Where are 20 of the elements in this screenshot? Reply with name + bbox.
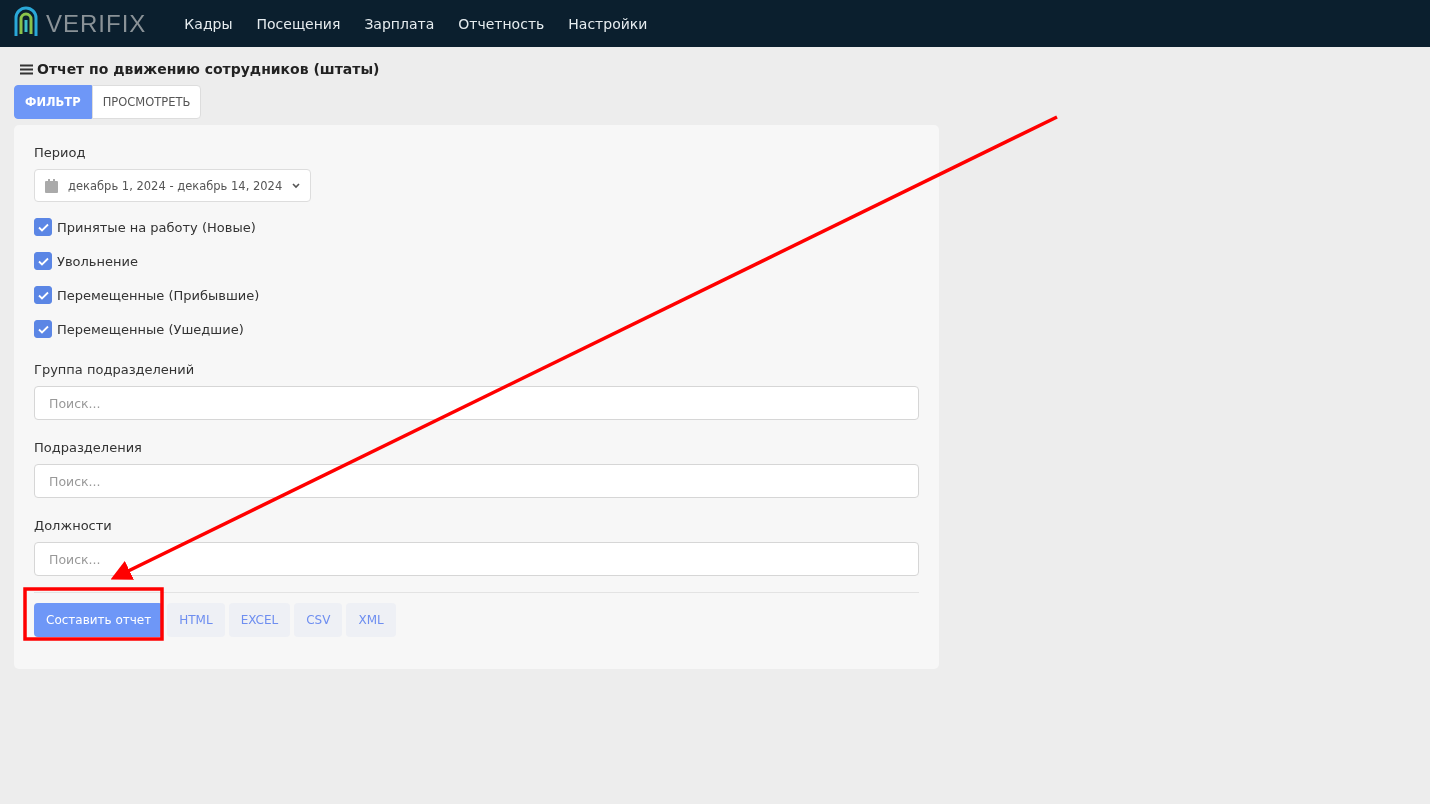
search-field[interactable]: Поиск... [34, 542, 919, 576]
checkbox-label: Перемещенные (Прибывшие) [57, 287, 260, 303]
tab[interactable]: ПРОСМОТРЕТЬ [91, 85, 202, 119]
nav-link[interactable]: Посещения [256, 15, 341, 32]
nav-link[interactable]: Отчетность [458, 15, 545, 32]
checkbox-label: Увольнение [57, 253, 138, 269]
field-label: Период [34, 145, 87, 160]
search-field[interactable]: Поиск... [34, 464, 919, 498]
checkbox-label: Перемещенные (Ушедшие) [57, 321, 244, 337]
checkbox-label: Принятые на работу (Новые) [57, 219, 256, 235]
nav-link[interactable]: Настройки [568, 15, 648, 32]
field-label: Группа подразделений [34, 362, 196, 377]
date-range-picker[interactable]: декабрь 1, 2024 - декабрь 14, 2024 [34, 169, 312, 202]
field-label: Должности [34, 518, 113, 533]
field-label: Подразделения [34, 440, 143, 455]
logo-text: VERIFIX [46, 9, 147, 38]
search-field[interactable]: Поиск... [34, 386, 919, 420]
page-title: Отчет по движению сотрудников (штаты) [37, 61, 380, 77]
nav-link[interactable]: Зарплата [364, 15, 435, 32]
nav-link[interactable]: Кадры [184, 15, 233, 32]
